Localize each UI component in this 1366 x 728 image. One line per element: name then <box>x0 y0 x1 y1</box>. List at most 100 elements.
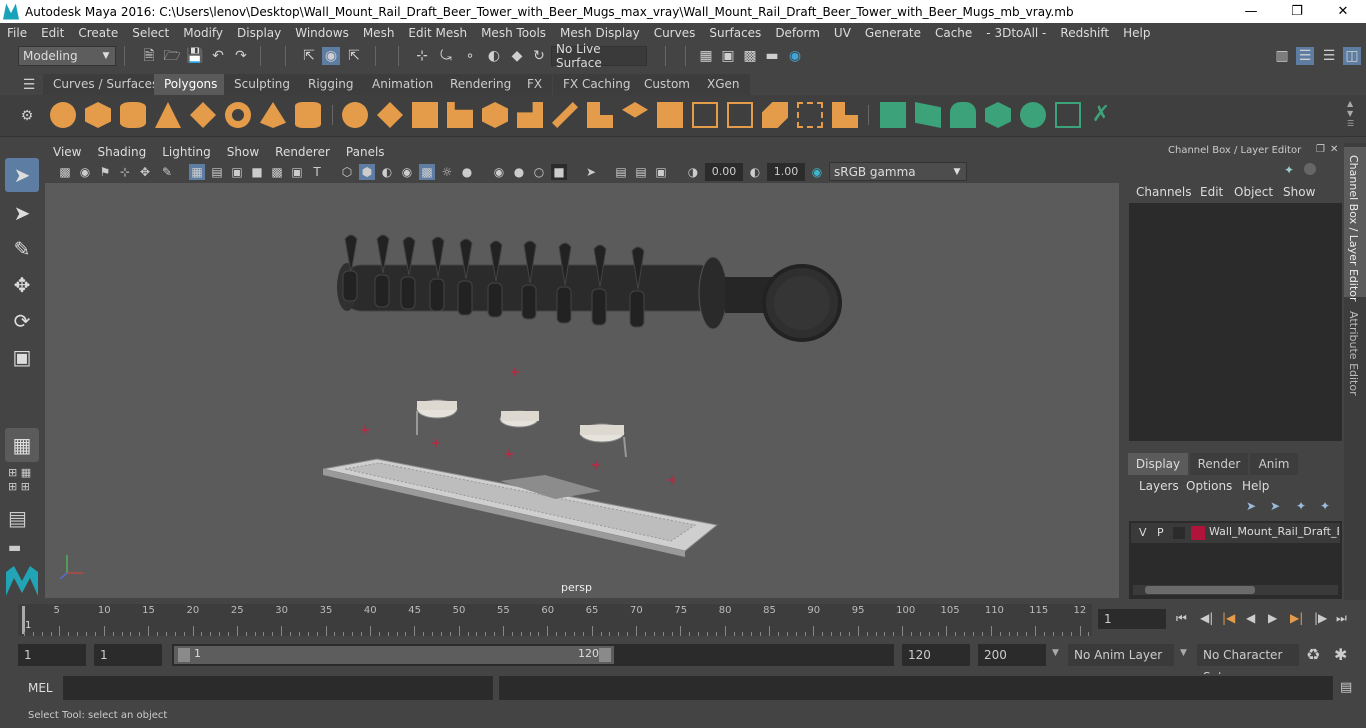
fill-hole-icon[interactable] <box>692 102 718 128</box>
live-surface-field[interactable]: No Live Surface <box>551 42 647 70</box>
gamma-icon[interactable]: ◐ <box>747 164 763 180</box>
scale-tool-icon[interactable]: ▣ <box>5 340 39 374</box>
character-set-field[interactable]: No Character Set <box>1197 644 1299 684</box>
shelf-tab-fx-caching[interactable]: FX Caching <box>553 74 641 95</box>
menu-cache[interactable]: Cache <box>928 26 979 40</box>
close-button[interactable]: ✕ <box>1320 0 1366 23</box>
poly-pyramid-icon[interactable] <box>260 102 286 128</box>
combine-icon[interactable] <box>342 102 368 128</box>
image-plane-icon[interactable]: ⊹ <box>117 164 133 180</box>
menu-curves[interactable]: Curves <box>647 26 703 40</box>
side-tab-channel-box[interactable]: Channel Box / Layer Editor <box>1344 147 1366 302</box>
viewport-menu-show[interactable]: Show <box>219 145 267 159</box>
spherical-map-icon[interactable] <box>950 102 976 128</box>
layer-name[interactable]: Wall_Mount_Rail_Draft_B <box>1209 525 1339 538</box>
append-polygon-icon[interactable] <box>762 102 788 128</box>
anim-start-field[interactable]: 1 <box>94 644 162 666</box>
anim-end-field[interactable]: 200 <box>978 644 1046 666</box>
menu-windows[interactable]: Windows <box>288 26 356 40</box>
merge-icon[interactable] <box>832 102 858 128</box>
menu-generate[interactable]: Generate <box>858 26 928 40</box>
colorspace-selector[interactable]: sRGB gamma ▼ <box>829 162 967 181</box>
channel-box-toggle-icon[interactable]: ◫ <box>1343 47 1361 65</box>
gate-mask-icon[interactable]: ■ <box>249 164 265 180</box>
viewport-menu-renderer[interactable]: Renderer <box>267 145 338 159</box>
minimize-button[interactable]: — <box>1228 0 1274 23</box>
layer-tab-render[interactable]: Render <box>1190 453 1248 475</box>
render-settings-icon[interactable]: ▦ <box>697 47 715 65</box>
menu-edit[interactable]: Edit <box>34 26 71 40</box>
paint-select-tool-icon[interactable]: ✎ <box>5 232 39 266</box>
ipr-render-icon[interactable]: ▩ <box>741 47 759 65</box>
redo-icon[interactable]: ↷ <box>232 47 250 65</box>
anim-layer-field[interactable]: No Anim Layer <box>1068 644 1174 666</box>
layer-tab-anim[interactable]: Anim <box>1250 453 1298 475</box>
insert-edge-loop-icon[interactable] <box>727 102 753 128</box>
single-perspective-view-icon[interactable]: ▦ <box>5 428 39 462</box>
panel-layout-icon[interactable]: ▬ <box>8 540 21 556</box>
motion-blur-icon[interactable]: ◉ <box>491 164 507 180</box>
viewport-menu-panels[interactable]: Panels <box>338 145 393 159</box>
gear-icon[interactable]: ⚙ <box>18 107 36 125</box>
beer-mugs[interactable] <box>416 399 627 458</box>
menu-mesh[interactable]: Mesh <box>356 26 402 40</box>
float-panel-icon[interactable]: ❐ <box>1316 144 1325 155</box>
uv-grid-icon[interactable] <box>1055 102 1081 128</box>
remesh-icon[interactable] <box>517 102 543 128</box>
shelf-tab-fx[interactable]: FX <box>517 74 553 95</box>
layer-menu-layers[interactable]: Layers <box>1139 479 1179 493</box>
grid-toggle-icon[interactable]: ▦ <box>189 164 205 180</box>
viewport-menu-lighting[interactable]: Lighting <box>154 145 219 159</box>
field-chart-icon[interactable]: ▩ <box>269 164 285 180</box>
smooth-icon[interactable] <box>447 102 473 128</box>
layer-color-swatch[interactable] <box>1191 526 1205 540</box>
separate-icon[interactable] <box>377 102 403 128</box>
layer-tab-display[interactable]: Display <box>1128 453 1188 475</box>
range-start-handle[interactable] <box>178 648 190 662</box>
move-tool-icon[interactable]: ✥ <box>5 268 39 302</box>
menu-deform[interactable]: Deform <box>768 26 827 40</box>
wireframe-on-shaded-icon[interactable]: ◐ <box>379 164 395 180</box>
snap-curve-icon[interactable]: ⤿ <box>437 47 455 65</box>
xray-joints-icon[interactable]: ▤ <box>613 164 629 180</box>
snap-surface-icon[interactable]: ◆ <box>508 47 526 65</box>
chevron-down-icon[interactable]: ▼ <box>1052 648 1059 658</box>
modeling-toolkit-icon[interactable]: ▥ <box>1273 47 1291 65</box>
move-layer-down-icon[interactable]: ➤ <box>1270 499 1280 513</box>
step-forward-key-icon[interactable]: |▶ <box>1314 611 1327 625</box>
shadows-icon[interactable]: ☼ <box>439 164 455 180</box>
layer-menu-options[interactable]: Options <box>1186 479 1232 493</box>
layer-row[interactable]: V P Wall_Mount_Rail_Draft_B <box>1131 523 1340 543</box>
wireframe-icon[interactable]: ⬡ <box>339 164 355 180</box>
layer-playback-toggle[interactable]: P <box>1157 526 1164 539</box>
automatic-map-icon[interactable] <box>985 102 1011 128</box>
menu-select[interactable]: Select <box>125 26 176 40</box>
menu-redshift[interactable]: Redshift <box>1053 26 1116 40</box>
menu-create[interactable]: Create <box>71 26 125 40</box>
gamma-field[interactable]: 1.00 <box>767 163 805 181</box>
use-all-lights-icon[interactable]: ▩ <box>419 164 435 180</box>
layer-visibility-toggle[interactable]: V <box>1139 526 1147 539</box>
menu-mesh-tools[interactable]: Mesh Tools <box>474 26 553 40</box>
shelf-tab-xgen[interactable]: XGen <box>697 74 750 95</box>
select-by-object-icon[interactable]: ◉ <box>322 47 340 65</box>
script-editor-icon[interactable]: ▤ <box>1340 680 1352 695</box>
safe-title-icon[interactable]: T <box>309 164 325 180</box>
tool-settings-icon[interactable]: ☰ <box>1320 47 1338 65</box>
render-current-icon[interactable]: ▬ <box>763 47 781 65</box>
layer-menu-help[interactable]: Help <box>1242 479 1269 493</box>
select-by-hierarchy-icon[interactable]: ⇱ <box>300 47 318 65</box>
mel-command-input[interactable] <box>63 676 493 700</box>
shelf-tab-sculpting[interactable]: Sculpting <box>224 74 301 95</box>
menu-modify[interactable]: Modify <box>176 26 230 40</box>
rotate-tool-icon[interactable]: ⟳ <box>5 304 39 338</box>
play-forwards-icon[interactable]: ▶ <box>1268 611 1277 625</box>
drip-tray[interactable] <box>322 458 719 557</box>
select-by-component-icon[interactable]: ⇱ <box>345 47 363 65</box>
poly-cube-icon[interactable] <box>85 102 111 128</box>
cylindrical-map-icon[interactable] <box>915 102 941 128</box>
side-tab-attribute-editor[interactable]: Attribute Editor <box>1344 303 1366 403</box>
step-forward-frame-icon[interactable]: ▶| <box>1290 611 1303 625</box>
step-back-frame-icon[interactable]: |◀ <box>1222 611 1235 625</box>
menu-surfaces[interactable]: Surfaces <box>702 26 768 40</box>
